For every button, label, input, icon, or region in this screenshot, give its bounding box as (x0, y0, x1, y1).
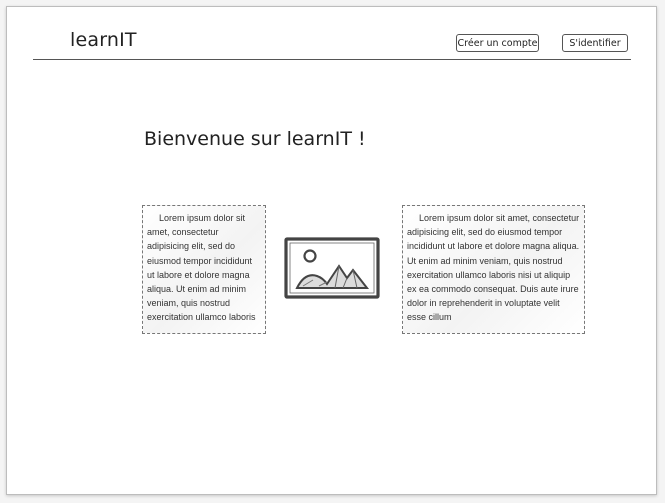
page-title: Bienvenue sur learnIT ! (144, 127, 366, 150)
image-placeholder-icon (284, 237, 380, 299)
intro-text-left-content: Lorem ipsum dolor sit amet, consectetur … (147, 213, 256, 323)
create-account-button[interactable]: Créer un compte (456, 34, 539, 52)
intro-text-left: Lorem ipsum dolor sit amet, consectetur … (142, 205, 266, 334)
intro-text-right: Lorem ipsum dolor sit amet, consectetur … (402, 205, 585, 334)
header-divider (33, 59, 631, 60)
browser-frame: learnIT Créer un compte S'identifier Bie… (6, 6, 657, 495)
logo[interactable]: learnIT (70, 29, 137, 51)
login-button[interactable]: S'identifier (562, 34, 628, 52)
intro-text-right-content: Lorem ipsum dolor sit amet, consectetur … (407, 213, 580, 323)
